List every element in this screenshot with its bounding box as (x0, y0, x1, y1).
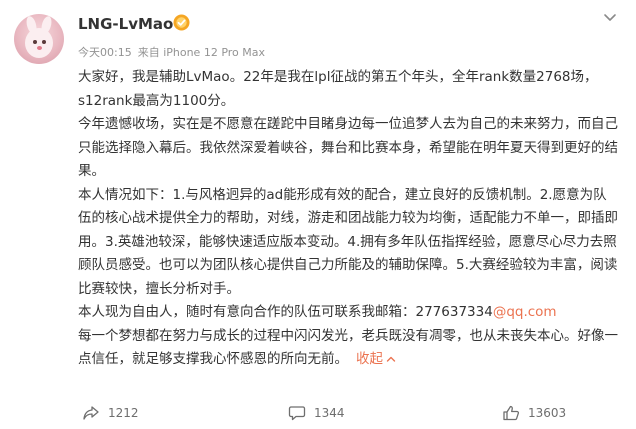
avatar-eye-left (33, 40, 37, 44)
avatar[interactable] (14, 14, 64, 64)
comment-button[interactable]: 1344 (288, 404, 345, 422)
post-paragraph-intro: 大家好，我是辅助LvMao。22年是我在lpl征战的第五个年头，全年rank数量… (78, 69, 598, 109)
weibo-post: LNG-LvMao 今天00:15 来自 iPhone 12 Pro Max 大家… (0, 0, 636, 429)
post-paragraph-regret: 今年遗憾收场，实在是不愿意在蹉跎中目睹身边每一位追梦人去为自己的未来努力，而自己… (78, 116, 618, 179)
post-content: 大家好，我是辅助LvMao。22年是我在lpl征战的第五个年头，全年rank数量… (78, 66, 618, 372)
like-icon (503, 405, 520, 421)
closing-text: 每一个梦想都在努力与成长的过程中闪闪发光，老兵既没有凋零，也从未丧失本心。好像一… (78, 327, 618, 368)
collapse-label: 收起 (356, 351, 383, 367)
avatar-nose (37, 46, 42, 50)
comment-icon (288, 406, 306, 421)
post-paragraph-closing: 每一个梦想都在努力与成长的过程中闪闪发光，老兵既没有凋零，也从未丧失本心。好像一… (78, 325, 618, 372)
action-bar: 1212 1344 13603 (0, 400, 636, 426)
like-button[interactable]: 13603 (502, 404, 566, 422)
forward-icon (83, 406, 99, 420)
forward-button[interactable]: 1212 (82, 404, 139, 422)
avatar-eye-right (42, 40, 46, 44)
verified-badge-icon (173, 14, 190, 31)
post-source: 来自 iPhone 12 Pro Max (137, 46, 266, 59)
avatar-face (25, 28, 53, 58)
chevron-up-icon (386, 356, 396, 362)
more-icon[interactable] (600, 10, 620, 26)
email-link[interactable]: @qq.com (493, 304, 557, 320)
post-meta: 今天00:15 来自 iPhone 12 Pro Max (78, 44, 265, 60)
post-paragraph-profile: 本人情况如下：1.与风格迥异的ad能形成有效的配合，建立良好的反馈机制。2.愿意… (78, 186, 618, 297)
contact-text: 本人现为自由人，随时有意向合作的队伍可联系我邮箱：277637334 (78, 304, 493, 320)
username[interactable]: LNG-LvMao (78, 15, 173, 33)
post-paragraph-contact: 本人现为自由人，随时有意向合作的队伍可联系我邮箱：277637334@qq.co… (78, 301, 618, 325)
post-time[interactable]: 今天00:15 (78, 46, 132, 59)
collapse-link[interactable]: 收起 (356, 351, 396, 367)
forward-count: 1212 (108, 406, 139, 420)
comment-count: 1344 (314, 406, 345, 420)
like-count: 13603 (528, 406, 567, 420)
